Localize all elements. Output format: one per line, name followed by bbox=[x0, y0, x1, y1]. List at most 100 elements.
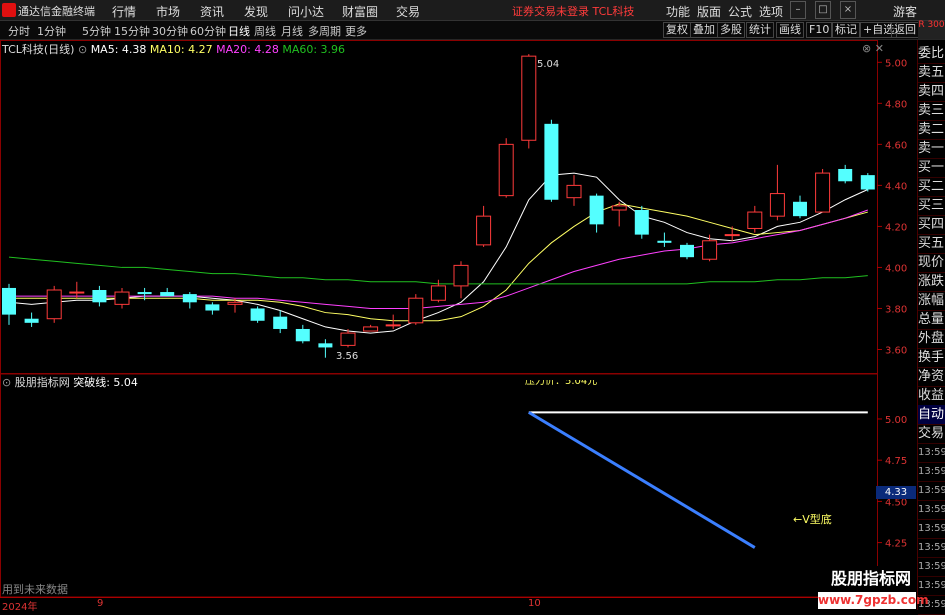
panel-item-16: 换手 bbox=[918, 348, 945, 368]
menu-item-caifuquan[interactable]: 财富圈 bbox=[342, 3, 378, 20]
menu-item-shichang[interactable]: 市场 bbox=[156, 3, 180, 20]
future-data-note: 用到未来数据 bbox=[2, 583, 68, 596]
period-monthly[interactable]: 月线 bbox=[281, 23, 303, 39]
panel-item-9: 买四 bbox=[918, 215, 945, 235]
y-tick-label-1: 3.80 bbox=[885, 304, 907, 315]
chart-canvas[interactable]: 3.603.804.004.204.404.604.805.00 4.004.2… bbox=[0, 40, 917, 597]
panel-item-22: 13:59 bbox=[918, 462, 945, 482]
sub-chart-title: ⊙ 股朋指标网 突破线: 5.04 bbox=[2, 374, 138, 390]
panel-item-26: 13:59 bbox=[918, 538, 945, 558]
diejia-button[interactable]: 叠加 bbox=[690, 22, 718, 38]
period-30min[interactable]: 30分钟 bbox=[152, 23, 188, 39]
menu-item-banmian[interactable]: 版面 bbox=[697, 3, 721, 20]
menu-bar: 通达信金融终端 行情 市场 资讯 发现 问小达 财富圈 交易 证券交易未登录 T… bbox=[0, 0, 945, 21]
candle-body-12 bbox=[273, 316, 288, 329]
sub-y-tick-label-3: 4.75 bbox=[885, 456, 907, 467]
indicator-name: 股朋指标网 bbox=[14, 376, 70, 389]
f10-button[interactable]: F10 bbox=[806, 22, 833, 38]
sub-frame bbox=[0, 373, 878, 597]
panel-item-5: 卖一 bbox=[918, 139, 945, 159]
app-logo-icon bbox=[2, 3, 16, 17]
period-15min[interactable]: 15分钟 bbox=[114, 23, 150, 39]
collapse-icon[interactable]: ⊙ bbox=[78, 43, 87, 56]
period-fenshi[interactable]: 分时 bbox=[8, 23, 30, 39]
menu-item-zixun[interactable]: 资讯 bbox=[200, 3, 224, 20]
x-label-year: 2024年 bbox=[2, 602, 38, 613]
candle-body-13 bbox=[295, 328, 310, 342]
candle-body-7 bbox=[160, 292, 175, 297]
minimize-icon[interactable]: – bbox=[790, 1, 806, 19]
menu-item-gongneng[interactable]: 功能 bbox=[666, 3, 690, 20]
fuquan-button[interactable]: 复权 bbox=[663, 22, 691, 38]
main-frame bbox=[0, 40, 878, 374]
candle-body-9 bbox=[205, 304, 220, 311]
candle-body-2 bbox=[46, 289, 62, 320]
candle-body-23 bbox=[521, 55, 537, 141]
panel-item-10: 买五 bbox=[918, 234, 945, 254]
huaxian-button[interactable]: 画线 bbox=[776, 22, 804, 38]
sub-collapse-icon[interactable]: ⊙ bbox=[2, 376, 11, 389]
sub-line-1 bbox=[528, 411, 756, 549]
watermark-url: www.7gpzb.com bbox=[818, 592, 929, 609]
candle-body-20 bbox=[453, 264, 469, 287]
ma20-label: MA20: 4.28 bbox=[216, 43, 279, 56]
period-multi[interactable]: 多周期 bbox=[308, 23, 341, 39]
menu-item-xuanxiang[interactable]: 选项 bbox=[759, 3, 783, 20]
candle-body-35 bbox=[793, 201, 807, 217]
close-icon[interactable]: × bbox=[840, 1, 856, 19]
candle-body-0 bbox=[2, 287, 16, 315]
candle-body-5 bbox=[114, 291, 130, 305]
candle-body-25 bbox=[566, 184, 582, 199]
panel-item-6: 买一 bbox=[918, 158, 945, 178]
current-price-tag: 4.33 bbox=[876, 486, 916, 499]
period-more[interactable]: 更多 bbox=[345, 23, 367, 39]
candle-body-36 bbox=[815, 172, 831, 213]
v-bottom-label: ←V型底 bbox=[793, 513, 832, 526]
period-1min[interactable]: 1分钟 bbox=[37, 23, 66, 39]
main-chart-marks bbox=[2, 54, 875, 358]
menu-item-gongshi[interactable]: 公式 bbox=[728, 3, 752, 20]
panel-item-27: 13:59 bbox=[918, 557, 945, 577]
candle-body-8 bbox=[182, 294, 197, 303]
candle-body-14 bbox=[318, 343, 333, 348]
panel-item-20[interactable]: 交易 bbox=[918, 424, 945, 444]
panel-item-23: 13:59 bbox=[918, 481, 945, 501]
tongji-button[interactable]: 统计 bbox=[746, 22, 774, 38]
ma60-label: MA60: 3.96 bbox=[282, 43, 346, 56]
candle-body-18 bbox=[408, 297, 424, 324]
sub-y-tick-label-1: 4.25 bbox=[885, 539, 907, 550]
settings-icon[interactable]: ⊗ ✕ bbox=[862, 42, 884, 55]
biaoji-button[interactable]: 标记 bbox=[832, 22, 860, 38]
candle-body-28 bbox=[634, 210, 649, 235]
panel-item-18: 收益 bbox=[918, 386, 945, 406]
menu-item-jiaoyi[interactable]: 交易 bbox=[396, 3, 420, 20]
candle-body-3 bbox=[69, 291, 85, 294]
candle-body-24 bbox=[544, 123, 559, 200]
period-weekly[interactable]: 周线 bbox=[254, 23, 276, 39]
stock-name-label: TCL科技(日线) bbox=[2, 43, 75, 56]
candle-body-27 bbox=[611, 205, 627, 211]
back-button[interactable]: 返回 bbox=[891, 22, 919, 38]
menu-item-faxian[interactable]: 发现 bbox=[244, 3, 268, 20]
menu-item-wenxiaoda[interactable]: 问小达 bbox=[288, 3, 324, 20]
duogu-button[interactable]: 多股 bbox=[717, 22, 745, 38]
x-axis: 2024年 9 10 bbox=[0, 597, 877, 613]
sub-y-tick-label-2: 4.50 bbox=[885, 497, 907, 508]
maximize-icon[interactable]: □ bbox=[815, 1, 831, 19]
period-daily[interactable]: 日线 bbox=[228, 23, 250, 39]
pressure-label: 压力价：5.04元 bbox=[525, 380, 598, 387]
panel-item-7: 买二 bbox=[918, 177, 945, 197]
menu-item-hangqing[interactable]: 行情 bbox=[112, 3, 136, 20]
period-60min[interactable]: 60分钟 bbox=[190, 23, 226, 39]
period-5min[interactable]: 5分钟 bbox=[82, 23, 111, 39]
panel-item-15: 外盘 bbox=[918, 329, 945, 349]
candle-body-6 bbox=[137, 292, 152, 295]
guest-login[interactable]: 游客 bbox=[893, 3, 917, 20]
candle-body-38 bbox=[860, 175, 875, 190]
candle-body-37 bbox=[838, 168, 853, 182]
candle-body-11 bbox=[250, 308, 265, 321]
panel-item-19[interactable]: 自动 bbox=[918, 405, 945, 425]
candle-body-32 bbox=[724, 234, 740, 237]
panel-item-12: 涨跌 bbox=[918, 272, 945, 292]
candle-body-22 bbox=[498, 143, 514, 197]
